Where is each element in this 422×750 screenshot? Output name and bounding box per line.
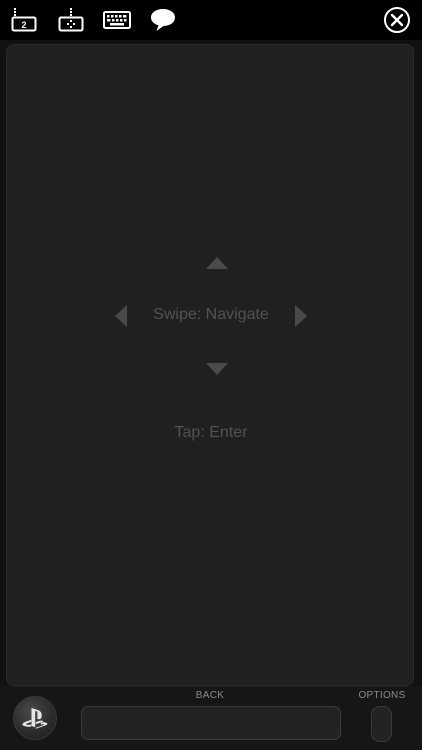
close-icon: [384, 7, 410, 33]
keyboard-button[interactable]: [102, 4, 132, 36]
options-button[interactable]: [371, 706, 392, 742]
options-label: OPTIONS: [358, 690, 406, 701]
second-screen-icon: 2: [11, 8, 37, 32]
ps-button[interactable]: [13, 696, 57, 740]
touchpad-area[interactable]: Swipe: Navigate Tap: Enter: [6, 44, 414, 686]
controller-button[interactable]: [56, 4, 86, 36]
top-toolbar: 2: [0, 0, 422, 40]
tap-hint-label: Tap: Enter: [174, 424, 248, 441]
keyboard-icon: [103, 11, 131, 29]
arrow-down-icon: [206, 363, 228, 375]
swipe-hint-label: Swipe: Navigate: [153, 306, 269, 323]
playstation-logo-icon: [22, 708, 48, 729]
comment-button[interactable]: [148, 4, 178, 36]
comment-icon: [151, 9, 175, 31]
back-button[interactable]: [81, 706, 341, 740]
arrow-right-icon: [295, 305, 307, 327]
controller-icon: [58, 8, 84, 32]
close-button[interactable]: [383, 6, 411, 34]
bottom-controls: BACK OPTIONS: [0, 686, 422, 750]
remote-play-screen: 2 Swipe: Navigate Tap: Enter BACK OPTION…: [0, 0, 422, 750]
second-screen-button[interactable]: 2: [9, 4, 39, 36]
arrow-up-icon: [206, 257, 228, 269]
back-label: BACK: [195, 690, 225, 701]
second-screen-badge: 2: [21, 20, 26, 30]
